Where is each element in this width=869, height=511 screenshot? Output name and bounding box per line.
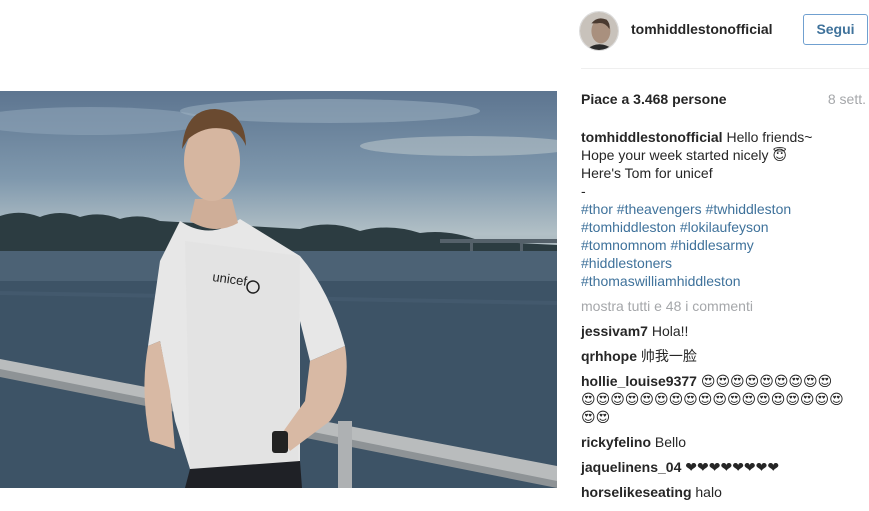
comment-item: rickyfelino Bello xyxy=(581,433,869,451)
caption-line: tomhiddlestonofficial Hello friends~ xyxy=(581,128,869,146)
post-photo[interactable]: unicef xyxy=(0,91,557,488)
likes-count[interactable]: Piace a 3.468 persone xyxy=(581,91,727,107)
avatar[interactable] xyxy=(579,11,619,51)
post-sidebar: tomhiddlestonofficial Segui Piace a 3.46… xyxy=(557,0,869,511)
show-all-comments-link[interactable]: mostra tutti e 48 i commenti xyxy=(581,297,869,315)
comment-text: Bello xyxy=(654,434,687,450)
comment-username[interactable]: jaquelinens_04 xyxy=(581,459,681,475)
comment-item: horselikeseating halo xyxy=(581,483,869,501)
hashtag-line[interactable]: #thomaswilliamhiddleston xyxy=(581,272,869,290)
caption-line: Hope your week started nicely 😇 xyxy=(581,147,788,163)
comment-item: jaquelinens_04 ❤❤❤❤❤❤❤❤ xyxy=(581,458,869,476)
post-header: tomhiddlestonofficial Segui xyxy=(557,0,869,68)
comment-username[interactable]: jessivam7 xyxy=(581,323,648,339)
comment-text: ❤❤❤❤❤❤❤❤ xyxy=(685,459,780,475)
comment-text: 😍😍😍😍😍😍😍😍😍 xyxy=(700,373,833,389)
hashtag-line[interactable]: #tomnomnom #hiddlesarmy xyxy=(581,236,869,254)
caption-username[interactable]: tomhiddlestonofficial xyxy=(581,129,723,145)
caption-line: - xyxy=(581,183,586,199)
hashtag-line[interactable]: #hiddlestoners xyxy=(581,254,869,272)
follow-button[interactable]: Segui xyxy=(803,14,868,45)
comment-username[interactable]: horselikeseating xyxy=(581,484,692,500)
header-divider xyxy=(581,68,869,69)
comment-username[interactable]: rickyfelino xyxy=(581,434,651,450)
avatar-image xyxy=(580,12,618,50)
caption-text: Hello friends~ xyxy=(726,129,813,145)
comment-text: Hola!! xyxy=(651,323,689,339)
comment-item: qrhhope 帅我一脸 xyxy=(581,347,869,365)
comment-item: hollie_louise9377 😍😍😍😍😍😍😍😍😍 😍😍😍😍😍😍😍😍😍😍😍😍… xyxy=(581,372,869,426)
hashtag-line[interactable]: #tomhiddleston #lokilaufeyson xyxy=(581,218,869,236)
comment-item: jessivam7 Hola!! xyxy=(581,322,869,340)
header-username[interactable]: tomhiddlestonofficial xyxy=(631,21,773,37)
hashtag-line[interactable]: #thor #theavengers #twhiddleston xyxy=(581,200,869,218)
comment-text: 帅我一脸 xyxy=(640,348,697,364)
comment-text: 😍😍 xyxy=(581,409,611,425)
photo-scene: unicef xyxy=(0,99,557,488)
post-timestamp[interactable]: 8 sett. xyxy=(828,91,866,107)
comment-text: 😍😍😍😍😍😍😍😍😍😍😍😍😍😍😍😍😍😍 xyxy=(581,391,844,407)
post-caption: tomhiddlestonofficial Hello friends~ Hop… xyxy=(581,128,869,290)
comments-list: tomhiddlestonofficial Hello friends~ Hop… xyxy=(581,128,869,501)
likes-row: Piace a 3.468 persone 8 sett. xyxy=(581,91,869,109)
comment-username[interactable]: hollie_louise9377 xyxy=(581,373,697,389)
caption-line: Here's Tom for unicef xyxy=(581,165,713,181)
comment-text: halo xyxy=(695,484,722,500)
comment-username[interactable]: qrhhope xyxy=(581,348,637,364)
